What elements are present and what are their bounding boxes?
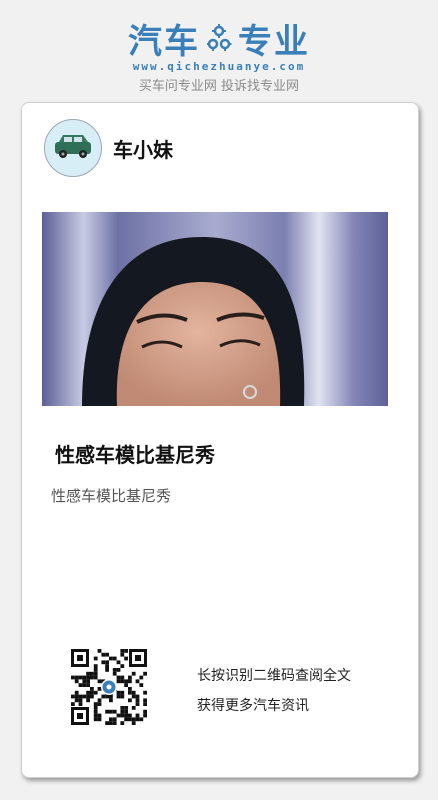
logo-url: www.qichezhuanye.com — [132, 60, 306, 73]
qr-code-image — [69, 647, 149, 727]
gear-icon — [207, 24, 232, 51]
author-name[interactable]: 车小妹 — [113, 134, 173, 163]
qr-code[interactable] — [69, 647, 149, 727]
site-header: 汽车 专业 www.qichezhuanye.com 买车问专业网 投诉找专业网 — [0, 18, 438, 95]
article-card[interactable]: 车小妹 性感车模比基尼秀 性感车模比基尼秀 长按识别二维码查阅全文 获得更多汽车… — [21, 102, 419, 778]
logo-text-right: 专业 — [238, 21, 310, 62]
author-avatar[interactable] — [44, 119, 102, 177]
qr-subtext: 获得更多汽车资讯 — [197, 698, 309, 714]
article-summary: 性感车模比基尼秀 — [51, 487, 172, 505]
logo-text-left: 汽车 — [128, 21, 200, 62]
article-photo[interactable] — [42, 212, 388, 406]
site-logo[interactable]: 汽车 专业 — [0, 18, 438, 62]
qr-instruction: 长按识别二维码查阅全文 — [197, 668, 351, 684]
logo-slogan: 买车问专业网 投诉找专业网 — [138, 79, 300, 94]
photo-image — [42, 212, 388, 406]
car-icon — [55, 135, 91, 158]
article-title[interactable]: 性感车模比基尼秀 — [55, 439, 215, 468]
